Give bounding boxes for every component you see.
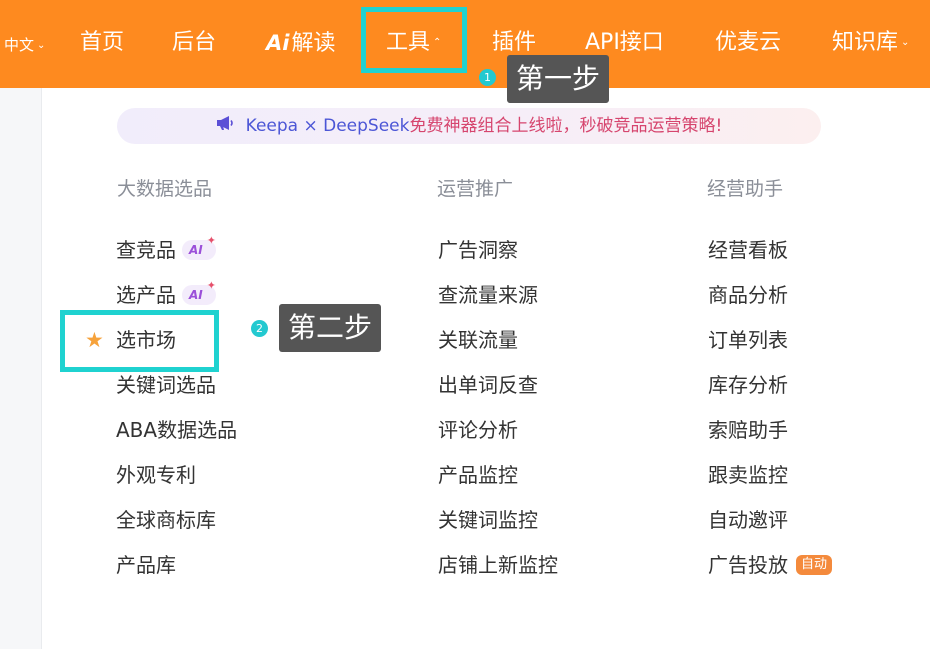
nav-cloud[interactable]: 优麦云 [715,27,781,59]
menu-item-auto-review[interactable]: 自动邀评 [708,506,788,534]
menu-item-aba-select[interactable]: ABA数据选品 [116,416,237,444]
step1-marker: 1 [479,69,496,86]
menu-item-inventory[interactable]: 库存分析 [708,371,788,399]
menu-item-order-list[interactable]: 订单列表 [708,326,788,354]
menu-item-related-traffic[interactable]: 关联流量 [438,326,518,354]
menu-item-label: 选产品 [116,283,176,307]
menu-item-keyword-select[interactable]: 关键词选品 [116,371,216,399]
menu-item-compete[interactable]: 查竞品 AI ✦ [116,234,216,264]
nav-ai-read[interactable]: Ai解读 [266,27,335,59]
nav-backend[interactable]: 后台 [172,27,216,59]
column-title-operations: 运营推广 [437,178,514,200]
megaphone-icon [216,108,234,144]
menu-item-product-monitor[interactable]: 产品监控 [438,461,518,489]
language-switch[interactable]: 中文 ⌄ [4,29,45,61]
menu-item-trademark[interactable]: 全球商标库 [116,506,216,534]
menu-item-label: 查竞品 [116,238,176,262]
menu-item-traffic-source[interactable]: 查流量来源 [438,281,538,309]
menu-item-hijack-monitor[interactable]: 跟卖监控 [708,461,788,489]
ai-badge: AI ✦ [182,234,216,260]
menu-item-product-library[interactable]: 产品库 [116,551,176,579]
left-gutter [0,88,42,649]
menu-item-ad-insight[interactable]: 广告洞察 [438,236,518,264]
sparkle-icon: ✦ [206,278,216,292]
column-title-big-data: 大数据选品 [117,178,213,200]
menu-item-reverse-keyword[interactable]: 出单词反查 [438,371,538,399]
sparkle-icon: ✦ [206,233,216,247]
banner-text-brand: Keepa × DeepSeek [245,116,410,136]
chevron-down-icon: ⌄ [901,37,910,48]
ai-badge: AI ✦ [182,279,216,305]
step2-marker: 2 [251,320,268,337]
nav-knowledge[interactable]: 知识库 ⌄ [832,27,909,59]
step1-label: 第一步 [507,55,610,103]
menu-item-design-patent[interactable]: 外观专利 [116,461,196,489]
auto-badge: 自动 [796,554,833,575]
promo-banner[interactable]: Keepa × DeepSeek免费神器组合上线啦，秒破竞品运营策略! [117,108,821,144]
menu-item-dashboard[interactable]: 经营看板 [708,236,788,264]
menu-item-claims[interactable]: 索赔助手 [708,416,788,444]
nav-home[interactable]: 首页 [80,27,124,59]
menu-item-keyword-monitor[interactable]: 关键词监控 [438,506,538,534]
menu-item-select-product[interactable]: 选产品 AI ✦ [116,279,216,309]
nav-ai-read-label: 解读 [291,31,336,56]
step2-highlight [60,310,219,372]
menu-item-store-new-monitor[interactable]: 店铺上新监控 [438,551,558,579]
column-title-assistant: 经营助手 [707,178,784,200]
step1-highlight [361,7,467,73]
menu-item-ad-placement[interactable]: 广告投放 自动 [708,551,833,579]
step2-label: 第二步 [279,304,382,352]
language-label: 中文 [4,36,35,54]
menu-item-product-analysis[interactable]: 商品分析 [708,281,788,309]
menu-item-review-analysis[interactable]: 评论分析 [438,416,518,444]
ai-logo-icon: Ai [266,31,290,55]
nav-knowledge-label: 知识库 [832,30,899,55]
banner-text-promo: 免费神器组合上线啦，秒破竞品运营策略! [409,116,723,136]
chevron-down-icon: ⌄ [37,39,46,51]
menu-item-label: 广告投放 [708,553,788,577]
